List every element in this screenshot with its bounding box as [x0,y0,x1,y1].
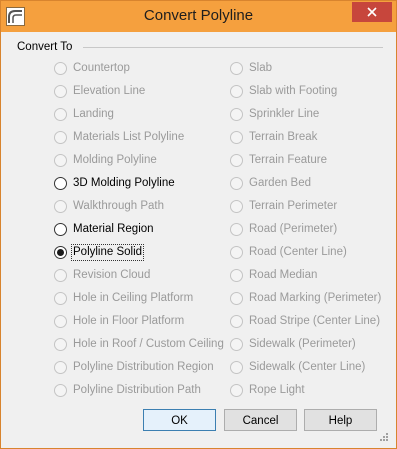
radio-circle-icon[interactable] [230,223,243,236]
radio-label[interactable]: Road Stripe (Center Line) [249,314,380,329]
radio-circle-icon[interactable] [54,361,67,374]
radio-label[interactable]: Elevation Line [73,84,145,99]
radio-circle-icon[interactable] [54,62,67,75]
radio-circle-icon[interactable] [54,315,67,328]
radio-label[interactable]: Hole in Floor Platform [73,314,184,329]
ok-button[interactable]: OK [143,409,216,431]
radio-label[interactable]: Materials List Polyline [73,130,184,145]
radio-circle-icon[interactable] [54,338,67,351]
radio-label[interactable]: Slab with Footing [249,84,337,99]
radio-circle-icon[interactable] [230,269,243,282]
radio-label[interactable]: Road Marking (Perimeter) [249,291,381,306]
radio-circle-icon[interactable] [54,269,67,282]
radio-circle-icon[interactable] [230,177,243,190]
radio-circle-icon[interactable] [54,200,67,213]
radio-label[interactable]: Garden Bed [249,176,311,191]
resize-grip-icon[interactable] [379,432,389,442]
radio-circle-icon[interactable] [54,223,67,236]
radio-label[interactable]: Revision Cloud [73,268,150,283]
radio-label[interactable]: Road (Center Line) [249,245,347,260]
radio-label[interactable]: Landing [73,107,114,122]
radio-label[interactable]: Rope Light [249,383,305,398]
radio-label[interactable]: Hole in Ceiling Platform [73,291,193,306]
radio-circle-icon[interactable] [54,177,67,190]
radio-circle-icon[interactable] [230,246,243,259]
cancel-button[interactable]: Cancel [224,409,297,431]
title-bar[interactable]: Convert Polyline [1,1,396,32]
radio-circle-icon[interactable] [230,292,243,305]
dialog-body: Convert To Countertop Elevation Line Landi… [8,32,389,441]
convert-polyline-dialog: Convert Polyline Convert To Countertop El… [0,0,397,449]
radio-circle-icon[interactable] [230,154,243,167]
window-title: Convert Polyline [143,7,254,24]
radio-label[interactable]: 3D Molding Polyline [73,176,175,191]
radio-label[interactable]: Terrain Break [249,130,317,145]
radio-label[interactable]: Sidewalk (Center Line) [249,360,365,375]
radio-label[interactable]: Hole in Roof / Custom Ceiling [73,337,224,352]
radio-label[interactable]: Molding Polyline [73,153,157,168]
radio-circle-icon[interactable] [230,131,243,144]
radio-circle-icon[interactable] [230,108,243,121]
close-icon [367,7,377,17]
radio-label[interactable]: Material Region [73,222,154,237]
radio-label[interactable]: Slab [249,61,272,76]
radio-circle-icon[interactable] [54,85,67,98]
help-button[interactable]: Help [304,409,377,431]
radio-label[interactable]: Road (Perimeter) [249,222,337,237]
radio-circle-icon[interactable] [230,361,243,374]
radio-label[interactable]: Countertop [73,61,130,76]
radio-label[interactable]: Sprinkler Line [249,107,319,122]
close-button[interactable] [352,2,392,22]
radio-circle-icon[interactable] [54,154,67,167]
radio-circle-icon[interactable] [230,338,243,351]
radio-circle-icon[interactable] [54,131,67,144]
radio-circle-icon[interactable] [230,315,243,328]
radio-circle-icon[interactable] [230,62,243,75]
radio-selected-dot-icon [57,249,64,256]
radio-label[interactable]: Walkthrough Path [73,199,164,214]
radio-label[interactable]: Road Median [249,268,317,283]
radio-circle-icon[interactable] [230,200,243,213]
radio-circle-icon[interactable] [230,85,243,98]
radio-circle-icon[interactable] [54,292,67,305]
radio-label[interactable]: Polyline Distribution Path [73,383,201,398]
radio-circle-icon[interactable] [54,384,67,397]
group-divider [83,47,383,48]
radio-label[interactable]: Sidewalk (Perimeter) [249,337,356,352]
radio-circle-icon[interactable] [54,108,67,121]
radio-circle-icon[interactable] [230,384,243,397]
radio-label[interactable]: Terrain Feature [249,153,327,168]
radio-label[interactable]: Polyline Distribution Region [73,360,214,375]
group-label-convert-to: Convert To [17,41,78,53]
radio-label[interactable]: Polyline Solid [70,244,145,261]
radio-label[interactable]: Terrain Perimeter [249,199,337,214]
